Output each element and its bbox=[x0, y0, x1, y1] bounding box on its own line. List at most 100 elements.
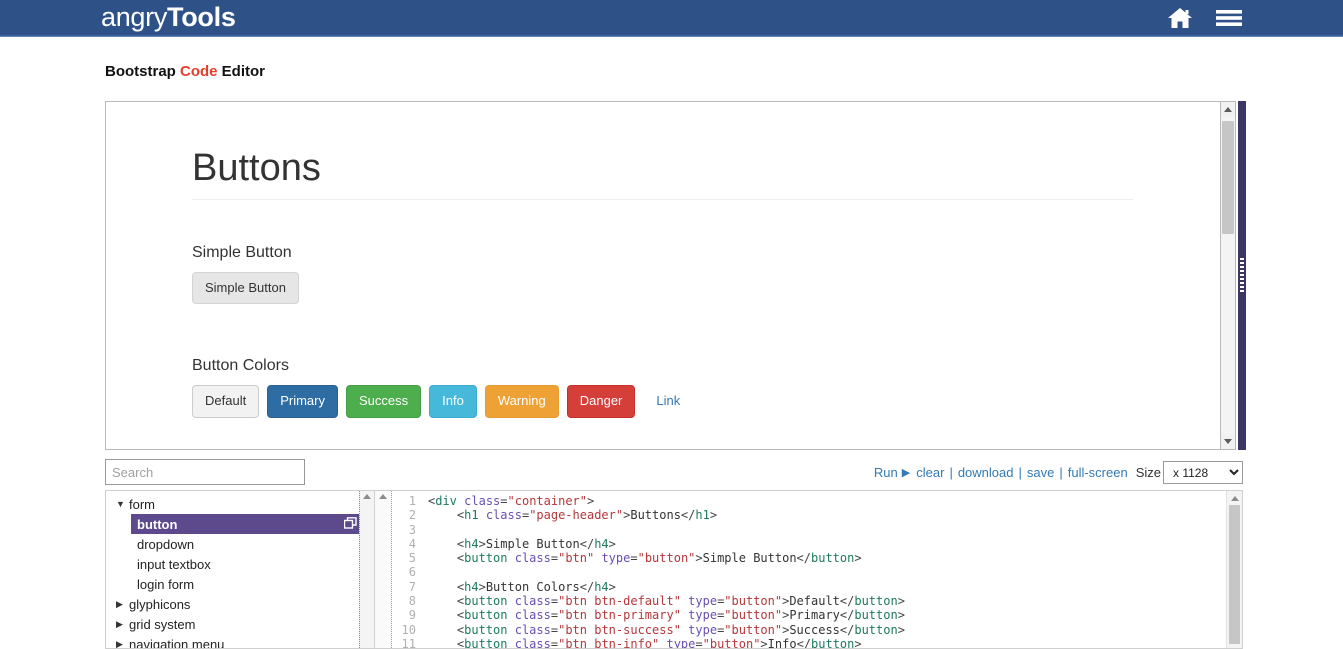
editor-line-number: 6 bbox=[408, 565, 416, 580]
tree-item-login-form[interactable]: login form bbox=[106, 574, 359, 594]
code-editor-panel: 1 2 3 4 5 6 7 8 9 10 11 <div class="container"> <h… bbox=[374, 490, 1243, 649]
preview-button-info[interactable]: Info bbox=[429, 385, 477, 418]
editor-scrollbar[interactable] bbox=[1226, 491, 1242, 648]
preview-heading: Buttons bbox=[192, 147, 1133, 200]
simple-button-row: Simple Button bbox=[192, 271, 1220, 305]
editor-toolbar: Run ▶ clear | download | save | full-scr… bbox=[0, 456, 1343, 490]
editor-scroll-thumb[interactable] bbox=[1229, 505, 1240, 644]
tree-item-label-dropdown: dropdown bbox=[137, 536, 195, 552]
tree-node-glyphicons[interactable]: ▶ glyphicons bbox=[106, 594, 359, 614]
editor-line-number: 8 bbox=[408, 594, 416, 609]
preview-button-link[interactable]: Link bbox=[643, 385, 693, 417]
toolbar-separator-3: | bbox=[1059, 465, 1063, 480]
preview-iframe[interactable]: Buttons Simple Button Simple Button Butt… bbox=[105, 101, 1221, 450]
editor-line-number: 11 bbox=[401, 636, 416, 649]
tree-item-dropdown[interactable]: dropdown bbox=[106, 534, 359, 554]
section-label-simple-button: Simple Button bbox=[192, 243, 292, 261]
preview-button-primary[interactable]: Primary bbox=[267, 385, 338, 418]
panel-resize-splitter[interactable] bbox=[1238, 101, 1246, 450]
snippet-tree-panel: ▼ form button dropdown input textbox log… bbox=[105, 490, 374, 649]
chevron-right-icon[interactable]: ▶ bbox=[116, 639, 127, 648]
tree-item-input-textbox[interactable]: input textbox bbox=[106, 554, 359, 574]
preview-button-warning[interactable]: Warning bbox=[484, 385, 559, 418]
code-line: <div class="container"> bbox=[428, 494, 595, 508]
navbar-actions bbox=[1167, 6, 1243, 30]
open-in-window-icon[interactable] bbox=[343, 516, 357, 532]
section-label-button-colors: Button Colors bbox=[192, 357, 289, 375]
editor-scroll-up-arrow-icon-2[interactable] bbox=[1227, 491, 1242, 505]
clear-button[interactable]: clear bbox=[916, 465, 944, 480]
tree-node-label-form: form bbox=[129, 496, 155, 512]
editor-line-number: 2 bbox=[408, 508, 416, 523]
bottom-panels: ▼ form button dropdown input textbox log… bbox=[105, 490, 1243, 649]
download-button[interactable]: download bbox=[958, 465, 1014, 480]
tree-node-grid-system[interactable]: ▶ grid system bbox=[106, 614, 359, 634]
editor-left-scroll-arrow[interactable] bbox=[375, 491, 392, 648]
toolbar-separator-1: | bbox=[949, 465, 953, 480]
code-line: <button class="btn btn-success" type="bu… bbox=[456, 622, 905, 637]
snippet-tree: ▼ form button dropdown input textbox log… bbox=[106, 491, 359, 648]
tree-node-label-grid-system: grid system bbox=[129, 616, 196, 632]
chevron-right-icon[interactable]: ▶ bbox=[116, 599, 127, 609]
size-select[interactable]: x 1128 bbox=[1163, 461, 1243, 484]
editor-line-number: 1 bbox=[408, 494, 416, 508]
tree-item-label-button: button bbox=[137, 516, 178, 532]
tree-node-label-navigation-menu: navigation menu bbox=[129, 636, 225, 649]
code-line: <button class="btn" type="button">Simple… bbox=[456, 551, 862, 566]
preview-section-simple-button: Simple Button Simple Button bbox=[192, 243, 1220, 305]
editor-line-number: 3 bbox=[408, 522, 416, 537]
code-line: <button class="btn btn-primary" type="bu… bbox=[456, 608, 905, 623]
hamburger-menu-icon[interactable] bbox=[1215, 7, 1243, 29]
tree-scrollbar[interactable] bbox=[359, 491, 374, 648]
preview-scrollbar[interactable] bbox=[1221, 101, 1236, 450]
chevron-down-icon[interactable]: ▼ bbox=[116, 499, 127, 509]
preview-scroll-up-arrow-icon[interactable] bbox=[1221, 102, 1235, 117]
editor-scroll-up-arrow-icon[interactable] bbox=[379, 494, 387, 499]
preview-section-button-colors: Button Colors Default Primary Success In… bbox=[192, 357, 1220, 418]
search-input[interactable] bbox=[105, 459, 305, 485]
tree-node-navigation-menu[interactable]: ▶ navigation menu bbox=[106, 634, 359, 649]
run-button[interactable]: Run bbox=[874, 465, 898, 480]
code-line: <h1 class="page-header">Buttons</h1> bbox=[456, 508, 718, 523]
home-icon[interactable] bbox=[1167, 6, 1193, 30]
play-triangle-icon[interactable]: ▶ bbox=[902, 466, 910, 479]
editor-line-numbers: 1 2 3 4 5 6 7 8 9 10 11 bbox=[392, 491, 422, 648]
editor-line-number: 10 bbox=[401, 622, 416, 637]
code-editor-textarea[interactable]: <div class="container"> <h1 class="page-… bbox=[422, 491, 1226, 648]
toolbar-actions: Run ▶ clear | download | save | full-scr… bbox=[874, 461, 1243, 484]
save-button[interactable]: save bbox=[1027, 465, 1054, 480]
page-title-suffix: Editor bbox=[217, 63, 265, 80]
editor-line-number: 5 bbox=[408, 551, 416, 566]
preview-simple-button[interactable]: Simple Button bbox=[192, 271, 299, 305]
brand-bold-part: Tools bbox=[167, 2, 236, 32]
page-title: Bootstrap Code Editor bbox=[0, 37, 1343, 80]
tree-node-form[interactable]: ▼ form bbox=[106, 494, 359, 514]
tree-node-label-glyphicons: glyphicons bbox=[129, 596, 191, 612]
tree-scroll-up-arrow-icon[interactable] bbox=[363, 494, 371, 499]
editor-line-number: 7 bbox=[408, 579, 416, 594]
preview-button-success[interactable]: Success bbox=[345, 385, 422, 418]
preview-button-default[interactable]: Default bbox=[192, 385, 260, 418]
preview-scroll-track[interactable] bbox=[1221, 117, 1235, 434]
code-line: <h4>Button Colors</h4> bbox=[456, 579, 616, 594]
tree-item-button[interactable]: button bbox=[131, 514, 359, 534]
size-label: Size bbox=[1135, 465, 1161, 480]
brand-logo[interactable]: angryTools bbox=[101, 4, 236, 31]
splitter-grip-icon bbox=[1240, 257, 1244, 294]
code-line: <button class="btn btn-info" type="butto… bbox=[456, 636, 862, 648]
preview-scroll-down-arrow-icon[interactable] bbox=[1221, 434, 1235, 449]
editor-scroll-track[interactable] bbox=[1227, 505, 1242, 648]
page-title-prefix: Bootstrap bbox=[105, 63, 180, 80]
brand-light-part: angry bbox=[101, 2, 168, 32]
chevron-right-icon[interactable]: ▶ bbox=[116, 619, 127, 629]
code-line: <button class="btn btn-default" type="bu… bbox=[456, 594, 905, 609]
tree-item-label-input-textbox: input textbox bbox=[137, 556, 211, 572]
preview-button-danger[interactable]: Danger bbox=[566, 385, 636, 418]
color-button-row: Default Primary Success Info Warning Dan… bbox=[192, 385, 1220, 418]
preview-scroll-thumb[interactable] bbox=[1222, 121, 1234, 234]
full-screen-button[interactable]: full-screen bbox=[1068, 465, 1128, 480]
editor-line-number: 4 bbox=[408, 536, 416, 551]
code-line: <h4>Simple Button</h4> bbox=[456, 536, 616, 551]
